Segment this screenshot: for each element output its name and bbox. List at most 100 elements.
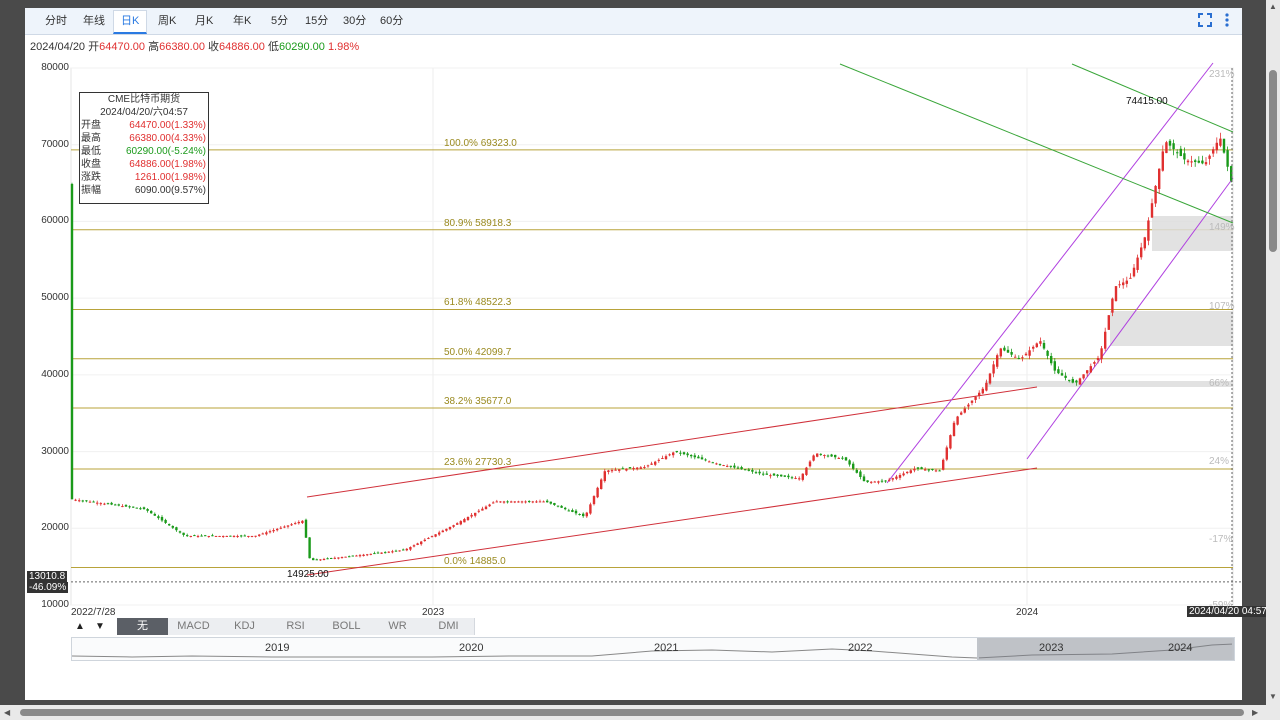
indicator-wr[interactable]: WR [372,618,424,635]
candle-body [528,500,531,502]
candle-body [164,519,167,523]
candle-body [538,501,542,503]
candle-body [1010,351,1013,355]
infobox-row: 收盘 64886.00(1.98%) [81,159,206,170]
indicator-boll[interactable]: BOLL [321,618,373,635]
scroll-left-icon[interactable]: ◀ [4,708,10,717]
crosshair-price-tag: 13010.8 [27,570,68,582]
candle-body [88,501,92,503]
y-tick-label: 20000 [41,522,69,534]
candle-body [340,557,344,559]
horizontal-scroll-thumb[interactable] [20,709,1244,716]
candle-body [142,507,146,509]
candle-body [949,435,952,449]
candle-body [304,519,308,538]
candle-body [740,467,743,470]
candle-body [236,535,239,538]
candle-body [1053,361,1056,371]
candle-body [1014,356,1017,358]
candle-body [430,536,434,538]
candle-body [639,467,642,469]
candle-body [351,555,354,557]
candle-body [560,505,563,508]
candle-body [409,547,412,550]
candle-body [376,552,380,554]
candle-body [196,535,200,537]
candle-body [798,478,801,480]
vertical-scroll-thumb[interactable] [1269,70,1277,252]
candle-body [297,521,300,524]
candle-body [1093,362,1096,364]
candle-body [1060,373,1064,376]
candle-body [470,514,473,517]
candle-body [258,534,261,536]
candle-body [117,504,120,506]
candle-body [456,523,459,525]
candle-body [168,524,171,526]
candle-body [502,501,506,503]
range-navigator[interactable]: 2019 2020 2021 2022 2023 2024 [71,637,1235,661]
candle-body [592,496,596,505]
vertical-scrollbar[interactable]: ▲ ▼ [1266,0,1280,720]
candle-body [672,452,675,456]
candle-body [1147,220,1150,241]
candle-body [733,465,736,468]
candle-body [920,467,923,470]
candle-body [301,520,304,524]
candle-body [564,507,567,510]
candle-body [1172,143,1175,150]
candle-body [178,531,182,533]
infobox-row: 振幅 6090.00(9.57%) [81,185,206,196]
navigator-year-label: 2024 [1168,642,1193,654]
candle-body [394,550,398,552]
candle-body [909,470,912,473]
horizontal-scrollbar[interactable]: ◀ ▶ [0,705,1266,720]
candle-body [729,465,732,467]
indicator-kdj[interactable]: KDJ [219,618,271,635]
candle-body [286,525,290,527]
scroll-down-arrow-icon[interactable]: ▼ [95,618,105,635]
candle-body [646,465,650,467]
navigator-selection-handle[interactable] [977,638,1234,660]
candle-body [391,551,394,553]
candle-body [697,456,700,459]
candle-body [614,469,617,471]
indicator-dmi[interactable]: DMI [423,618,475,635]
candle-body [571,510,574,512]
indicator-macd[interactable]: MACD [168,618,220,635]
candle-body [1017,357,1020,359]
candle-body [664,456,668,460]
candle-body [546,500,549,503]
candle-body [1226,150,1229,167]
candle-body [589,504,592,514]
navigator-year-label: 2022 [848,642,873,654]
candle-body [870,481,873,483]
candle-body [880,480,884,482]
candle-body [567,510,570,512]
candle-body [1118,284,1121,286]
candle-body [610,470,614,472]
candle-body [441,530,444,533]
candle-body [250,535,254,537]
candle-body [542,501,545,503]
candle-body [225,535,228,537]
scroll-down-icon[interactable]: ▼ [1269,692,1277,701]
candle-body [380,552,383,554]
scroll-up-icon[interactable]: ▲ [1269,2,1277,11]
candle-body [240,535,243,537]
candle-body [600,479,603,490]
indicator-rsi[interactable]: RSI [270,618,322,635]
y-tick-label: 70000 [41,138,69,150]
infobox-row: 最高 66380.00(4.33%) [81,133,206,144]
candle-body [211,535,214,537]
indicator-none[interactable]: 无 [117,618,169,635]
candle-body [1132,267,1136,277]
candle-body [884,480,887,482]
candle-body [826,455,830,457]
scroll-right-icon[interactable]: ▶ [1252,708,1258,717]
percent-tick-label: 231% [1209,69,1235,80]
scroll-up-arrow-icon[interactable]: ▲ [75,618,85,635]
candle-body [153,513,156,516]
candle-body [448,526,452,530]
candle-body [254,535,257,537]
